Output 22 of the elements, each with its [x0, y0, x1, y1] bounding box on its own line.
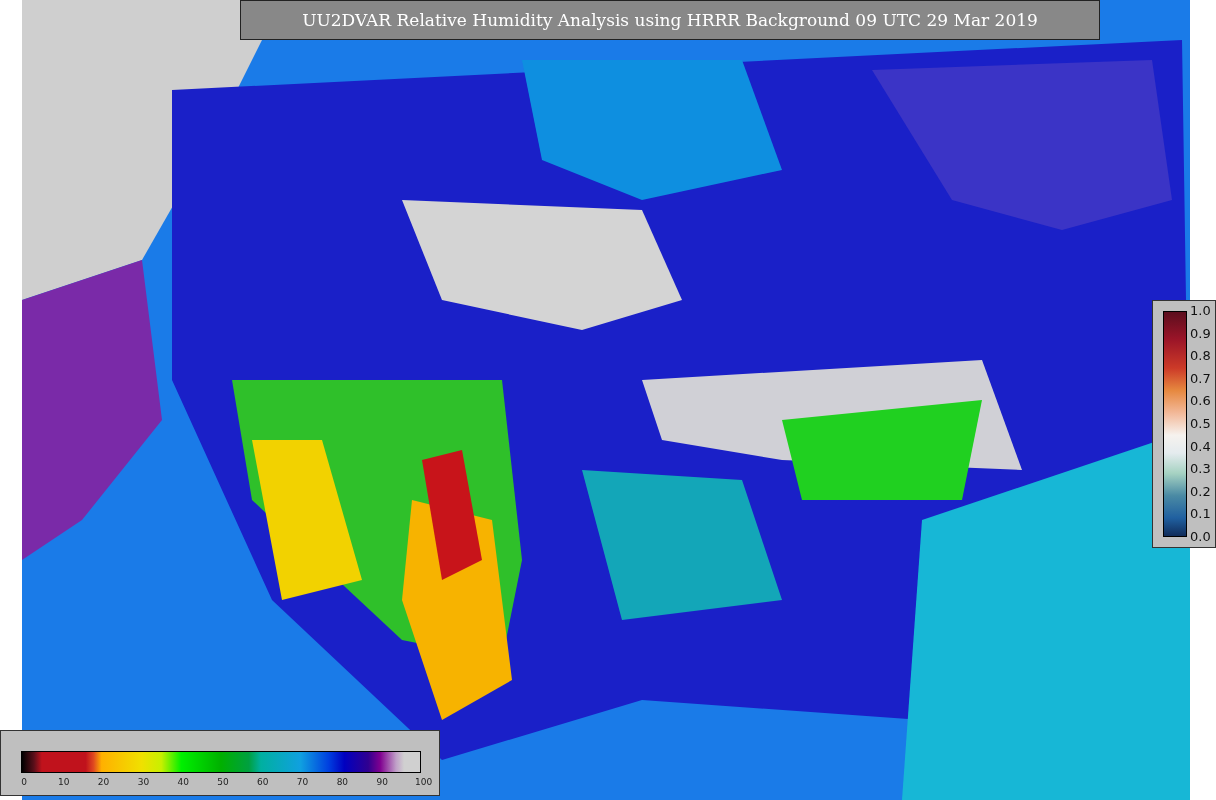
tick-label: 0.6 [1190, 393, 1211, 410]
tick-label: 0.4 [1190, 438, 1211, 455]
tick-label: 0.5 [1190, 415, 1211, 432]
tick-label: 0.3 [1190, 461, 1211, 478]
tick-label: 0 [20, 777, 28, 787]
tick-label: 30 [136, 777, 151, 787]
tick-label: 10 [57, 777, 71, 787]
chart-title: UU2DVAR Relative Humidity Analysis using HRRR Background 09 UTC 29 Mar 2019 [240, 0, 1100, 40]
tick-label: 50 [216, 777, 230, 787]
tick-label: 60 [256, 777, 270, 787]
tick-label: 40 [176, 777, 190, 787]
tick-label: 1.0 [1190, 303, 1211, 319]
tick-label: 70 [295, 777, 310, 787]
tick-label: 90 [375, 777, 389, 787]
tick-label: 0.0 [1190, 528, 1211, 545]
tick-label: 0.7 [1190, 370, 1211, 387]
tick-label: 0.2 [1190, 483, 1211, 500]
tick-label: 80 [335, 777, 350, 787]
tick-label: 0.8 [1190, 348, 1211, 365]
tick-label: 0.1 [1190, 506, 1211, 523]
tick-label: 0.9 [1190, 325, 1211, 342]
tick-label: 20 [96, 777, 111, 787]
